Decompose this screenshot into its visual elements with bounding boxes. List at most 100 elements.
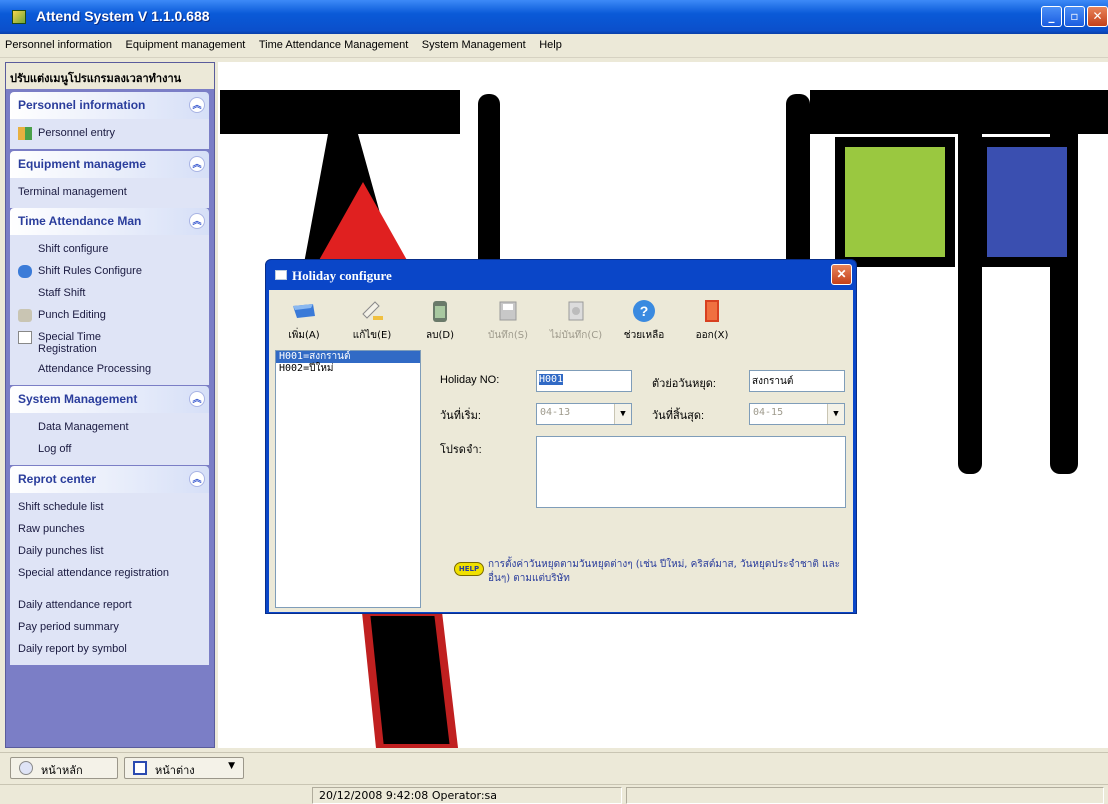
sidebar-item-punch-editing[interactable]: Punch Editing (10, 305, 209, 327)
toolbar-label: ออก(X) (695, 330, 729, 341)
app-icon (12, 10, 26, 24)
save-button[interactable]: บันทึก(S) (479, 292, 537, 347)
edit-icon (362, 301, 383, 320)
group-title[interactable]: Time Attendance Man ︽ (10, 208, 209, 235)
sidebar-item-staff-shift[interactable]: Staff Shift (10, 283, 209, 305)
group-title-label: Reprot center (18, 472, 97, 486)
group-title[interactable]: Personnel information ︽ (10, 92, 209, 119)
cancel-button[interactable]: ไม่บันทึก(C) (547, 292, 605, 347)
chevron-down-icon[interactable]: ▼ (827, 404, 844, 424)
holiday-no-field[interactable]: H001 (536, 370, 632, 392)
status-cell-empty (626, 787, 1104, 804)
exit-door-icon (705, 300, 719, 322)
sidebar-item-daily-symbol[interactable]: Daily report by symbol (10, 639, 209, 661)
add-button[interactable]: เพิ่ม(A) (275, 292, 333, 347)
holiday-list[interactable]: H001=สงกรานต์ H002=ปีใหม่ (275, 350, 421, 608)
group-system: System Management ︽ Data Management Log … (10, 386, 209, 465)
start-date-select[interactable]: 04-13 ▼ (536, 403, 632, 425)
collapse-icon[interactable]: ︽ (189, 97, 205, 113)
window-tab[interactable]: หน้าต่าง ▼ (124, 757, 244, 779)
group-title-label: Personnel information (18, 98, 146, 112)
toolbar-label: ลบ(D) (426, 330, 454, 341)
sidebar-item-raw-punches[interactable]: Raw punches (10, 519, 209, 541)
dialog-close-button[interactable]: ✕ (831, 264, 852, 285)
sidebar-item-personnel-entry[interactable]: Personnel entry (10, 123, 209, 145)
group-title[interactable]: Reprot center ︽ (10, 466, 209, 493)
start-date-label: วันที่เริ่ม: (440, 410, 481, 422)
sidebar-item-special-time[interactable]: Special Time Registration (10, 327, 120, 359)
help-bubble-icon: HELP (454, 562, 484, 576)
sidebar-item-attendance-processing[interactable]: Attendance Processing (10, 359, 209, 381)
sidebar-item-daily-punches[interactable]: Daily punches list (10, 541, 209, 563)
dialog-title: Holiday configure (292, 268, 392, 283)
menu-help[interactable]: Help (534, 36, 567, 51)
remark-textarea[interactable] (536, 436, 846, 508)
sidebar: ปรับแต่งเมนูโปรแกรมลงเวลาทำงาน Personnel… (5, 62, 215, 748)
toolbar-label: ช่วยเหลือ (623, 330, 665, 341)
list-item[interactable]: H002=ปีใหม่ (276, 363, 420, 375)
home-tab[interactable]: หน้าหลัก (10, 757, 118, 779)
collapse-icon[interactable]: ︽ (189, 391, 205, 407)
help-button[interactable]: ? ช่วยเหลือ (615, 292, 673, 347)
sidebar-item-label: Shift Rules Configure (38, 265, 142, 277)
collapse-icon[interactable]: ︽ (189, 471, 205, 487)
toolbar-label: แก้ไข(E) (352, 330, 392, 341)
end-date-select[interactable]: 04-15 ▼ (749, 403, 845, 425)
sidebar-item-data-management[interactable]: Data Management (10, 417, 209, 439)
sidebar-item-shift-schedule[interactable]: Shift schedule list (10, 497, 209, 519)
collapse-icon[interactable]: ︽ (189, 213, 205, 229)
group-equipment: Equipment manageme ︽ Terminal management (10, 151, 209, 208)
group-title[interactable]: System Management ︽ (10, 386, 209, 413)
sidebar-item-special-attendance[interactable]: Special attendance registration (10, 563, 180, 595)
toolbar-label: ไม่บันทึก(C) (549, 330, 603, 341)
sidebar-item-terminal[interactable]: Terminal management (10, 182, 209, 204)
sidebar-item-label: Punch Editing (38, 309, 106, 321)
end-date-value: 04-15 (753, 407, 784, 418)
group-title[interactable]: Equipment manageme ︽ (10, 151, 209, 178)
group-title-label: Equipment manageme (18, 157, 147, 171)
menu-time-attendance[interactable]: Time Attendance Management (254, 36, 413, 51)
home-icon (19, 761, 33, 775)
minimize-button[interactable]: _ (1041, 6, 1062, 27)
chevron-down-icon[interactable]: ▼ (228, 761, 235, 771)
close-button[interactable]: ✕ (1087, 6, 1108, 27)
save-icon (499, 301, 517, 321)
holiday-dialog: Holiday configure ✕ เพิ่ม(A) แก้ไข(E) ลบ… (265, 259, 857, 614)
window-title: Attend System V 1.1.0.688 (36, 8, 210, 24)
window-icon (275, 270, 287, 280)
toolbar-label: บันทึก(S) (488, 330, 528, 341)
menu-bar: Personnel information Equipment manageme… (0, 36, 1108, 58)
document-icon (18, 331, 32, 344)
sidebar-item-shift-configure[interactable]: Shift configure (10, 239, 209, 261)
end-date-label: วันที่สิ้นสุด: (652, 410, 705, 422)
undo-icon (568, 301, 584, 321)
holiday-name-field[interactable]: สงกรานต์ (749, 370, 845, 392)
sidebar-item-shift-rules[interactable]: Shift Rules Configure (10, 261, 209, 283)
help-icon: ? (633, 300, 655, 322)
menu-personnel[interactable]: Personnel information (0, 36, 117, 51)
dialog-body: เพิ่ม(A) แก้ไข(E) ลบ(D) บันทึก(S) ไม่บัน… (269, 290, 853, 612)
status-datetime: 20/12/2008 9:42:08 (319, 789, 429, 802)
sidebar-item-daily-attendance[interactable]: Daily attendance report (10, 595, 209, 617)
sidebar-item-label: Personnel entry (38, 127, 116, 139)
sidebar-item-log-off[interactable]: Log off (10, 439, 209, 461)
holiday-no-value: H001 (539, 374, 564, 385)
trash-icon (433, 301, 447, 322)
edit-icon (18, 309, 32, 322)
holiday-name-label: ตัวย่อวันหยุด: (652, 378, 716, 390)
sidebar-item-pay-period[interactable]: Pay period summary (10, 617, 209, 639)
delete-button[interactable]: ลบ(D) (411, 292, 469, 347)
collapse-icon[interactable]: ︽ (189, 156, 205, 172)
sidebar-header: ปรับแต่งเมนูโปรแกรมลงเวลาทำงาน (6, 63, 214, 89)
dialog-title-bar: Holiday configure ✕ (266, 260, 856, 290)
exit-button[interactable]: ออก(X) (683, 292, 741, 347)
edit-button[interactable]: แก้ไข(E) (343, 292, 401, 347)
start-date-value: 04-13 (540, 407, 571, 418)
help-hint: HELP การตั้งค่าวันหยุดตามวันหยุดต่างๆ (เ… (454, 558, 849, 586)
list-item[interactable]: H001=สงกรานต์ (276, 351, 420, 363)
svg-text:?: ? (640, 303, 649, 319)
chevron-down-icon[interactable]: ▼ (614, 404, 631, 424)
maximize-button[interactable]: ▫ (1064, 6, 1085, 27)
menu-system[interactable]: System Management (417, 36, 531, 51)
menu-equipment[interactable]: Equipment management (121, 36, 251, 51)
